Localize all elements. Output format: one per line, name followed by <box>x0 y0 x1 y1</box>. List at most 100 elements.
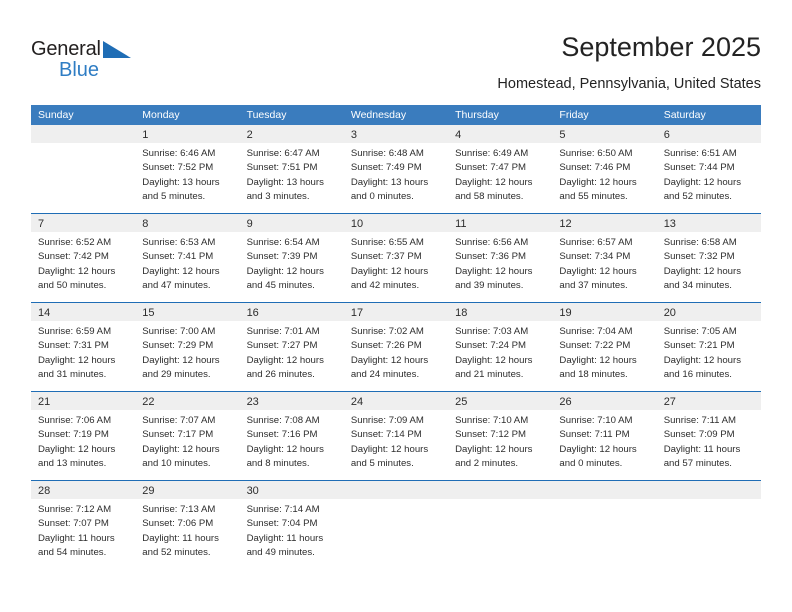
calendar-day-cell[interactable]: 15 Sunrise: 7:00 AM Sunset: 7:29 PM Dayligh… <box>135 303 240 391</box>
calendar-day-cell[interactable]: 4 Sunrise: 6:49 AM Sunset: 7:47 PM Daylight… <box>448 125 553 213</box>
day-number-band: 19 <box>552 303 657 321</box>
calendar-day-cell[interactable]: 21 Sunrise: 7:06 AM Sunset: 7:19 PM Dayligh… <box>31 392 136 480</box>
sunrise-text: Sunrise: 6:48 AM <box>350 148 424 159</box>
daylight-text-line2: and 0 minutes. <box>559 458 623 470</box>
calendar-day-cell[interactable]: 3 Sunrise: 6:48 AM Sunset: 7:49 PM Daylight… <box>343 125 449 213</box>
calendar-day-cell[interactable]: 17 Sunrise: 7:02 AM Sunset: 7:26 PM Dayligh… <box>343 303 449 391</box>
day-number: 9 <box>246 218 253 230</box>
day-details: Sunrise: 6:58 AM Sunset: 7:32 PM Daylight:… <box>657 232 761 294</box>
daylight-text-line2: and 49 minutes. <box>246 547 315 559</box>
logo-text-blue: Blue <box>59 59 100 81</box>
sunset-text: Sunset: 7:09 PM <box>663 429 735 441</box>
sunset-text: Sunset: 7:49 PM <box>350 162 422 174</box>
day-details: Sunrise: 7:00 AM Sunset: 7:29 PM Daylight:… <box>135 321 239 383</box>
sunset-text: Sunset: 7:34 PM <box>559 251 631 263</box>
day-number: 20 <box>663 307 676 319</box>
daylight-text-line2: and 13 minutes. <box>38 458 107 470</box>
daylight-text-line1: Daylight: 12 hours <box>142 354 220 366</box>
day-number-band: 29 <box>135 481 240 499</box>
day-details: Sunrise: 6:52 AM Sunset: 7:42 PM Daylight:… <box>31 232 135 294</box>
calendar-day-cell[interactable]: 14 Sunrise: 6:59 AM Sunset: 7:31 PM Dayligh… <box>31 303 136 391</box>
calendar-empty-cell <box>343 481 449 569</box>
sunset-text: Sunset: 7:06 PM <box>142 518 214 530</box>
sunrise-text: Sunrise: 7:14 AM <box>246 504 320 515</box>
day-number-band: 30 <box>239 481 344 499</box>
day-details: Sunrise: 7:13 AM Sunset: 7:06 PM Daylight:… <box>135 499 239 561</box>
calendar-day-cell[interactable]: 18 Sunrise: 7:03 AM Sunset: 7:24 PM Dayligh… <box>448 303 553 391</box>
daylight-text-line2: and 58 minutes. <box>455 191 524 203</box>
calendar-day-cell[interactable]: 8 Sunrise: 6:53 AM Sunset: 7:41 PM Daylight… <box>135 214 240 302</box>
daylight-text-line1: Daylight: 12 hours <box>455 265 533 277</box>
sunset-text: Sunset: 7:04 PM <box>246 518 318 530</box>
calendar-day-cell[interactable]: 27 Sunrise: 7:11 AM Sunset: 7:09 PM Dayligh… <box>656 392 761 480</box>
day-number: 21 <box>38 396 51 408</box>
day-of-week-header-row: Sunday Monday Tuesday Wednesday Thursday Frid… <box>31 105 761 125</box>
sunrise-text: Sunrise: 6:54 AM <box>246 237 320 248</box>
calendar-day-cell[interactable]: 9 Sunrise: 6:54 AM Sunset: 7:39 PM Daylight… <box>239 214 344 302</box>
day-number-band: 23 <box>239 392 344 410</box>
calendar-day-cell[interactable]: 2 Sunrise: 6:47 AM Sunset: 7:51 PM Daylight… <box>239 125 344 213</box>
daylight-text-line2: and 45 minutes. <box>246 280 315 292</box>
general-blue-logo[interactable]: General Blue <box>31 38 151 88</box>
day-number: 16 <box>246 307 259 319</box>
daylight-text-line2: and 5 minutes. <box>350 458 414 470</box>
calendar-day-cell[interactable]: 1 Sunrise: 6:46 AM Sunset: 7:52 PM Daylight… <box>135 125 240 213</box>
day-number-band: 2 <box>239 125 344 143</box>
sunset-text: Sunset: 7:19 PM <box>38 429 109 441</box>
daylight-text-line1: Daylight: 12 hours <box>663 265 742 277</box>
day-number: 19 <box>559 307 572 319</box>
calendar-day-cell[interactable]: 20 Sunrise: 7:05 AM Sunset: 7:21 PM Dayligh… <box>656 303 761 391</box>
calendar-day-cell[interactable]: 13 Sunrise: 6:58 AM Sunset: 7:32 PM Dayligh… <box>656 214 761 302</box>
calendar-day-cell[interactable]: 16 Sunrise: 7:01 AM Sunset: 7:27 PM Dayligh… <box>239 303 344 391</box>
calendar-day-cell[interactable]: 19 Sunrise: 7:04 AM Sunset: 7:22 PM Dayligh… <box>552 303 657 391</box>
daylight-text-line2: and 52 minutes. <box>663 191 732 203</box>
day-details: Sunrise: 7:01 AM Sunset: 7:27 PM Daylight:… <box>240 321 344 383</box>
calendar-day-cell[interactable]: 24 Sunrise: 7:09 AM Sunset: 7:14 PM Dayligh… <box>343 392 449 480</box>
day-number-band: 22 <box>135 392 240 410</box>
daylight-text-line2: and 2 minutes. <box>455 458 519 470</box>
calendar-day-cell[interactable]: 7 Sunrise: 6:52 AM Sunset: 7:42 PM Daylight… <box>31 214 136 302</box>
calendar-day-cell[interactable]: 26 Sunrise: 7:10 AM Sunset: 7:11 PM Dayligh… <box>552 392 657 480</box>
calendar-day-cell[interactable]: 23 Sunrise: 7:08 AM Sunset: 7:16 PM Dayligh… <box>239 392 344 480</box>
sunrise-text: Sunrise: 7:12 AM <box>38 504 112 515</box>
day-number-band <box>656 481 761 499</box>
sunset-text: Sunset: 7:27 PM <box>246 340 318 352</box>
daylight-text-line2: and 5 minutes. <box>142 191 206 203</box>
calendar-day-cell[interactable]: 12 Sunrise: 6:57 AM Sunset: 7:34 PM Dayligh… <box>552 214 657 302</box>
calendar-day-cell[interactable]: 30 Sunrise: 7:14 AM Sunset: 7:04 PM Dayligh… <box>239 481 344 569</box>
day-number-band: 4 <box>448 125 553 143</box>
calendar-week-row: 7 Sunrise: 6:52 AM Sunset: 7:42 PM Daylight… <box>31 213 761 302</box>
day-number: 29 <box>142 485 155 497</box>
day-number-band: 8 <box>135 214 240 232</box>
calendar-day-cell[interactable]: 5 Sunrise: 6:50 AM Sunset: 7:46 PM Daylight… <box>552 125 657 213</box>
day-number: 13 <box>663 218 676 230</box>
day-number-band: 11 <box>448 214 553 232</box>
sunset-text: Sunset: 7:36 PM <box>455 251 527 263</box>
calendar-empty-cell <box>448 481 553 569</box>
daylight-text-line1: Daylight: 12 hours <box>350 265 429 277</box>
calendar-day-cell[interactable]: 6 Sunrise: 6:51 AM Sunset: 7:44 PM Daylight… <box>656 125 761 213</box>
day-number-band: 14 <box>31 303 136 321</box>
sunrise-text: Sunrise: 7:13 AM <box>142 504 216 515</box>
day-number: 8 <box>142 218 149 230</box>
sunset-text: Sunset: 7:41 PM <box>142 251 214 263</box>
day-number: 1 <box>142 129 149 141</box>
day-number: 10 <box>350 218 364 230</box>
calendar-page: General Blue September 2025 Homestead, P… <box>0 0 792 612</box>
daylight-text-line1: Daylight: 11 hours <box>246 532 324 544</box>
calendar-day-cell[interactable]: 25 Sunrise: 7:10 AM Sunset: 7:12 PM Dayligh… <box>448 392 553 480</box>
calendar-day-cell[interactable]: 22 Sunrise: 7:07 AM Sunset: 7:17 PM Dayligh… <box>135 392 240 480</box>
calendar-day-cell[interactable]: 10 Sunrise: 6:55 AM Sunset: 7:37 PM Dayligh… <box>343 214 449 302</box>
calendar-day-cell[interactable]: 28 Sunrise: 7:12 AM Sunset: 7:07 PM Dayligh… <box>31 481 136 569</box>
daylight-text-line2: and 10 minutes. <box>142 458 211 470</box>
sunrise-text: Sunrise: 6:50 AM <box>559 148 633 159</box>
calendar-day-cell[interactable]: 11 Sunrise: 6:56 AM Sunset: 7:36 PM Dayligh… <box>448 214 553 302</box>
sunset-text: Sunset: 7:47 PM <box>455 162 527 174</box>
day-details: Sunrise: 6:46 AM Sunset: 7:52 PM Daylight:… <box>135 143 239 205</box>
day-number: 30 <box>246 485 259 497</box>
calendar-day-cell[interactable]: 29 Sunrise: 7:13 AM Sunset: 7:06 PM Dayligh… <box>135 481 240 569</box>
sunset-text: Sunset: 7:16 PM <box>246 429 318 441</box>
day-number-band: 18 <box>448 303 553 321</box>
sunrise-text: Sunrise: 6:53 AM <box>142 237 216 248</box>
page-subtitle: Homestead, Pennsylvania, United States <box>497 76 761 92</box>
